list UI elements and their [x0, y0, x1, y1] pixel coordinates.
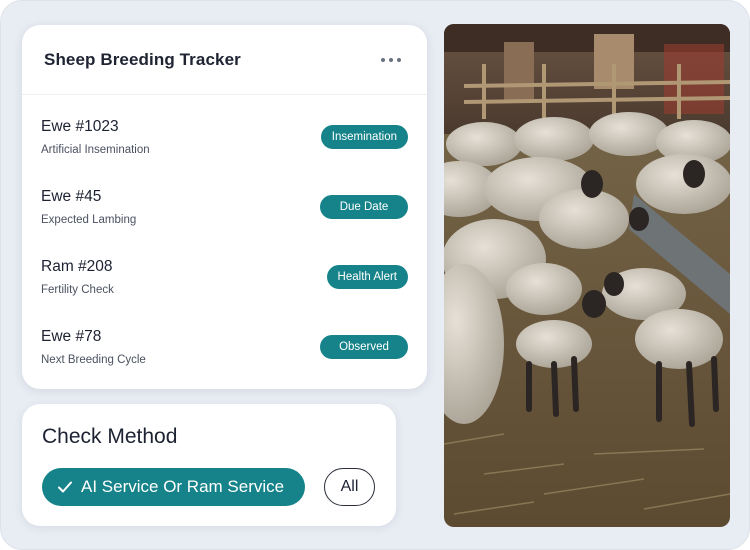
- method-chip-all[interactable]: All: [324, 468, 375, 506]
- tracker-row-ram-208[interactable]: Ram #208 Fertility Check Health Alert: [22, 247, 427, 307]
- checkmark-icon: [57, 479, 73, 495]
- status-badge-due-date[interactable]: Due Date: [320, 195, 408, 219]
- app-frame: Sheep Breeding Tracker Ewe #1023 Artific…: [0, 0, 750, 550]
- check-method-card: Check Method AI Service Or Ram Service A…: [22, 404, 396, 526]
- sheep-barn-photo: [444, 24, 730, 527]
- tracker-row-ewe-45[interactable]: Ewe #45 Expected Lambing Due Date: [22, 177, 427, 237]
- tracker-header: Sheep Breeding Tracker: [22, 25, 427, 95]
- tracker-title: Sheep Breeding Tracker: [44, 49, 241, 69]
- animal-id: Ewe #1023: [41, 118, 119, 135]
- animal-id: Ewe #78: [41, 328, 102, 345]
- method-chip-ai-or-ram[interactable]: AI Service Or Ram Service: [42, 468, 305, 506]
- event-type: Expected Lambing: [41, 214, 137, 226]
- method-chip-label: AI Service Or Ram Service: [81, 477, 285, 496]
- event-type: Fertility Check: [41, 284, 114, 296]
- tracker-row-ewe-1023[interactable]: Ewe #1023 Artificial Insemination Insemi…: [22, 107, 427, 167]
- animal-id: Ewe #45: [41, 188, 102, 205]
- status-badge-insemination[interactable]: Insemination: [320, 125, 408, 149]
- tracker-row-ewe-78[interactable]: Ewe #78 Next Breeding Cycle Observed: [22, 317, 427, 377]
- status-badge-health-alert[interactable]: Health Alert: [326, 265, 408, 289]
- check-method-title: Check Method: [42, 425, 178, 448]
- status-badge-observed[interactable]: Observed: [320, 335, 408, 359]
- event-type: Next Breeding Cycle: [41, 354, 146, 366]
- more-horizontal-icon[interactable]: [381, 57, 401, 62]
- animal-id: Ram #208: [41, 258, 113, 275]
- event-type: Artificial Insemination: [41, 144, 150, 156]
- breeding-tracker-card: Sheep Breeding Tracker Ewe #1023 Artific…: [22, 25, 427, 389]
